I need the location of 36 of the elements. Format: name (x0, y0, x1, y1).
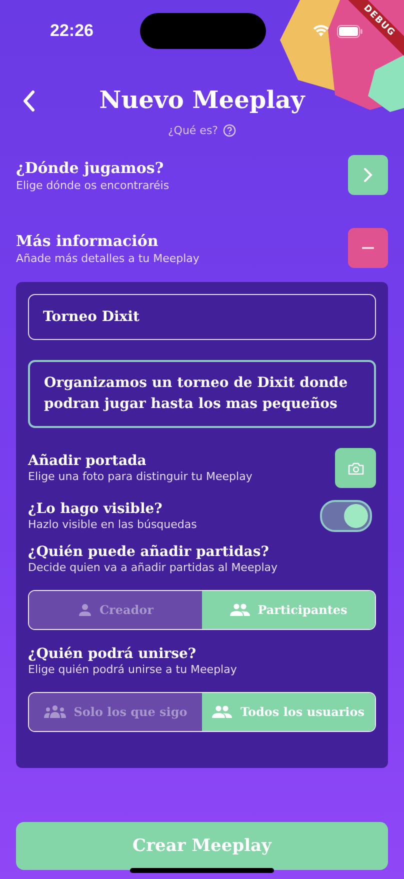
section-subtitle: Añade más detalles a tu Meeplay (16, 252, 200, 264)
minus-icon (362, 247, 374, 249)
camera-icon (348, 462, 364, 474)
people-icon (230, 603, 250, 617)
section-title: ¿Dónde jugamos? (16, 158, 165, 176)
visibility-toggle[interactable] (320, 500, 372, 532)
add-photo-button[interactable] (335, 448, 376, 488)
back-icon[interactable] (22, 90, 36, 112)
battery-icon (337, 24, 363, 38)
name-field[interactable]: Torneo Dixit (28, 294, 376, 340)
wifi-icon (313, 25, 329, 37)
chevron-right-icon (363, 167, 373, 183)
help-icon[interactable] (223, 124, 236, 137)
segment-option[interactable]: Solo los que sigo (29, 693, 202, 731)
segment-option[interactable]: Creador (29, 591, 202, 629)
create-button[interactable]: Crear Meeplay (16, 822, 388, 870)
page-title: Nuevo Meeplay (99, 84, 305, 114)
segment-option[interactable]: Todos los usuarios (202, 693, 375, 731)
help-link[interactable]: ¿Qué es? (168, 124, 218, 137)
section-title: Más información (16, 232, 160, 250)
option-title: ¿Quién puede añadir partidas? (28, 544, 270, 560)
next-button[interactable] (348, 155, 388, 195)
status-time: 22:26 (50, 21, 94, 41)
people-icon (212, 705, 232, 719)
section-subtitle: Elige dónde os encontraréis (16, 178, 170, 192)
option-subtitle: Hazlo visible en las búsquedas (28, 518, 198, 531)
option-title: Añadir portada (28, 453, 148, 469)
segment-option[interactable]: Participantes (202, 591, 375, 629)
person-icon (78, 603, 92, 617)
group-icon (44, 705, 66, 719)
option-subtitle: Elige quién podrá unirse a tu Meeplay (28, 663, 238, 676)
option-title: ¿Lo hago visible? (28, 501, 164, 517)
option-subtitle: Elige una foto para distinguir tu Meeplay (28, 470, 254, 483)
option-title: ¿Quién podrá unirse? (28, 646, 198, 662)
description-field[interactable]: Organizamos un torneo de Dixit donde podran jugar hasta los mas pequeños (28, 360, 376, 428)
option-subtitle: Decide quien va a añadir partidas al Meeplay (28, 561, 279, 574)
